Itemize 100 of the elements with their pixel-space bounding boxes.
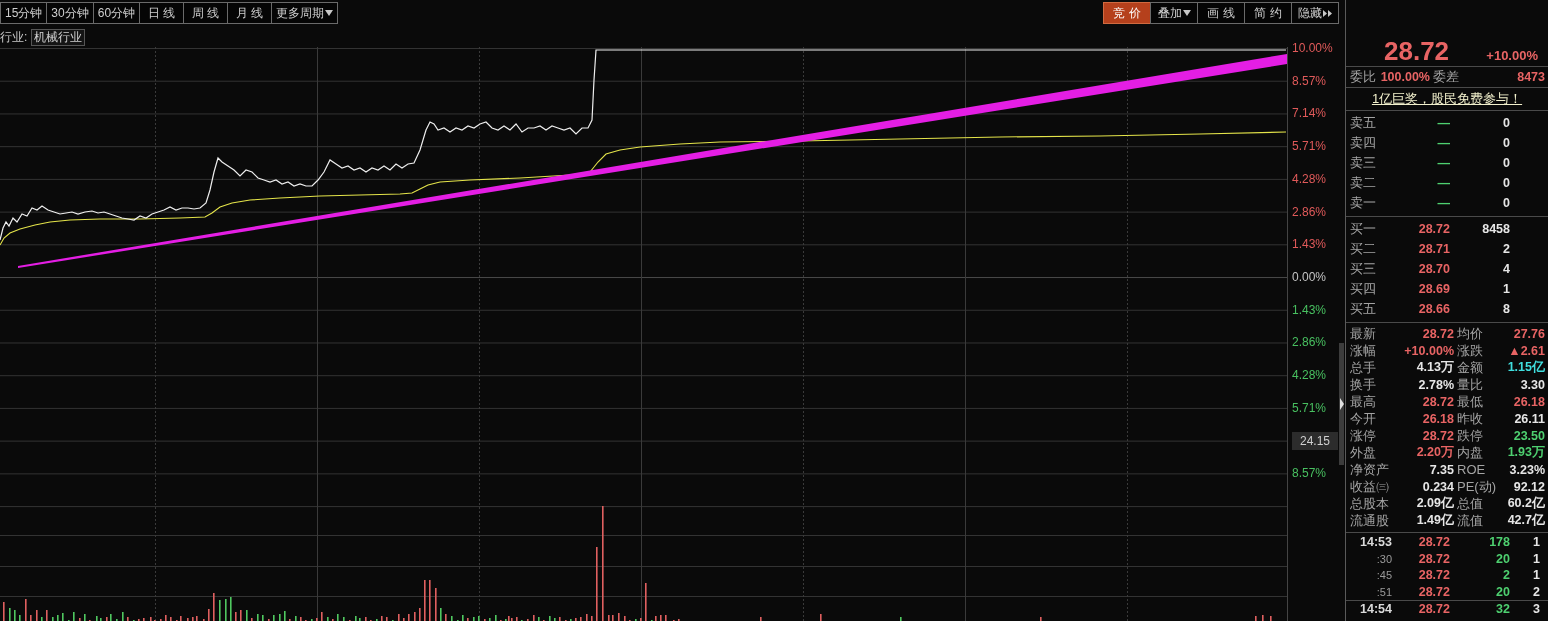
triangle-icon — [1339, 398, 1344, 410]
order-price: — — [1436, 156, 1450, 170]
stat-label: ROE — [1456, 462, 1487, 477]
double-arrow-icon — [1322, 9, 1333, 17]
panel-splitter[interactable] — [1339, 343, 1344, 465]
stat-value: 1.93万 — [1506, 444, 1545, 461]
order-price: 28.72 — [1417, 222, 1450, 236]
stat-value: 28.72 — [1421, 394, 1454, 409]
stat-label: 涨幅 — [1350, 341, 1377, 360]
order-price: 28.66 — [1417, 302, 1450, 316]
period-tab[interactable]: 月 线 — [227, 2, 273, 24]
toolbar-button[interactable]: 叠加 — [1150, 2, 1198, 24]
stat-value: 28.72 — [1421, 428, 1454, 443]
period-tab[interactable]: 30分钟 — [46, 2, 94, 24]
order-level-label: 买一 — [1350, 220, 1377, 238]
stat-value: 26.18 — [1421, 411, 1454, 426]
tick-time: :45 — [1375, 569, 1392, 582]
period-tab[interactable]: 日 线 — [139, 2, 185, 24]
period-tab[interactable]: 60分钟 — [92, 2, 141, 24]
stat-label: 外盘 — [1350, 443, 1377, 462]
stat-value: 27.76 — [1512, 326, 1545, 341]
order-volume: 8458 — [1481, 222, 1510, 236]
axis-label: 5.71% — [1292, 400, 1327, 415]
order-level-label: 买五 — [1350, 300, 1377, 318]
tick-volume: 2 — [1502, 568, 1510, 583]
promo-link[interactable]: 1亿巨奖，股民免费参与！ — [1371, 90, 1523, 108]
stat-value: 60.2亿 — [1506, 495, 1545, 512]
stat-label: 量比 — [1456, 375, 1484, 394]
stat-label: 均价 — [1456, 324, 1484, 343]
axis-label: 4.28% — [1292, 171, 1327, 186]
order-price: 28.71 — [1417, 242, 1450, 256]
tick-price: 28.72 — [1417, 568, 1450, 583]
toolbar-button[interactable]: 画 线 — [1197, 2, 1245, 24]
tick-price: 28.72 — [1417, 535, 1450, 550]
period-tab[interactable]: 更多周期 — [271, 2, 339, 24]
stat-value: 42.7亿 — [1506, 512, 1545, 529]
price-change: +10.00% — [1486, 47, 1538, 65]
order-level-label: 卖一 — [1350, 194, 1377, 212]
order-price: — — [1436, 136, 1450, 150]
cursor-price-label: 24.15 — [1292, 431, 1338, 450]
stat-value: 28.72 — [1421, 326, 1454, 341]
period-tab[interactable]: 15分钟 — [0, 2, 48, 24]
axis-label: 4.28% — [1292, 368, 1327, 383]
stat-value: 4.13万 — [1415, 359, 1454, 376]
stat-label: 净资产 — [1350, 460, 1390, 479]
stat-value: 7.35 — [1428, 462, 1454, 477]
order-price: — — [1436, 176, 1450, 190]
stat-value: 1.49亿 — [1415, 512, 1454, 529]
axis-label: 2.86% — [1292, 204, 1327, 219]
stat-label: 内盘 — [1456, 443, 1484, 462]
stat-value: +10.00% — [1403, 343, 1454, 358]
tick-volume: 178 — [1488, 535, 1510, 550]
stat-label: 涨停 — [1350, 426, 1377, 445]
last-price: 28.72 — [1384, 37, 1450, 65]
industry-tag[interactable]: 机械行业 — [31, 28, 86, 46]
toolbar-button[interactable]: 竞 价 — [1103, 2, 1151, 24]
order-price: 28.69 — [1417, 282, 1450, 296]
order-price: 28.70 — [1417, 262, 1450, 276]
tick-time: :51 — [1375, 585, 1392, 598]
industry-label: 行业: — [0, 28, 28, 46]
caret-icon — [325, 10, 334, 16]
stat-label: 涨跌 — [1456, 341, 1484, 360]
toolbar-button[interactable]: 隐藏 — [1291, 2, 1339, 24]
tick-volume: 20 — [1495, 551, 1510, 566]
stat-label: 最高 — [1350, 392, 1377, 411]
order-ratio-value: 100.00% — [1379, 70, 1430, 84]
stat-label: 最新 — [1350, 324, 1377, 343]
stat-label: PE(动) — [1456, 477, 1497, 496]
order-level-label: 卖三 — [1350, 154, 1377, 172]
order-diff-value: 8473 — [1516, 70, 1545, 84]
axis-label: 0.00% — [1292, 270, 1327, 285]
stat-label: 总股本 — [1350, 494, 1390, 513]
tick-price: 28.72 — [1417, 584, 1450, 599]
period-tab[interactable]: 周 线 — [183, 2, 229, 24]
stat-value: 3.23% — [1508, 462, 1545, 477]
stat-label: 跌停 — [1456, 426, 1484, 445]
stat-label: 流值 — [1456, 511, 1484, 530]
axis-label: 5.71% — [1292, 139, 1327, 154]
stat-label: 金额 — [1456, 358, 1484, 377]
axis-label: 2.86% — [1292, 335, 1327, 350]
stat-value: 2.20万 — [1415, 444, 1454, 461]
order-volume: 0 — [1502, 136, 1510, 150]
order-ratio-label: 委比 — [1350, 68, 1377, 86]
order-volume: 0 — [1502, 116, 1510, 130]
toolbar-button[interactable]: 简 约 — [1244, 2, 1292, 24]
stat-value: 0.234 — [1421, 479, 1454, 494]
stat-label: 总值 — [1456, 494, 1484, 513]
stat-value: 26.11 — [1513, 411, 1545, 426]
order-volume: 8 — [1502, 302, 1510, 316]
order-volume: 4 — [1502, 262, 1510, 276]
axis-label: 1.43% — [1292, 237, 1327, 252]
tick-count: 3 — [1532, 602, 1540, 617]
order-volume: 0 — [1502, 196, 1510, 210]
stat-value: 23.50 — [1512, 428, 1545, 443]
order-volume: 0 — [1502, 176, 1510, 190]
stat-value: 3.30 — [1519, 377, 1545, 392]
stat-value: 2.09亿 — [1415, 495, 1454, 512]
stat-label: 总手 — [1350, 358, 1377, 377]
order-price: — — [1436, 196, 1450, 210]
stat-label: 流通股 — [1350, 511, 1390, 530]
